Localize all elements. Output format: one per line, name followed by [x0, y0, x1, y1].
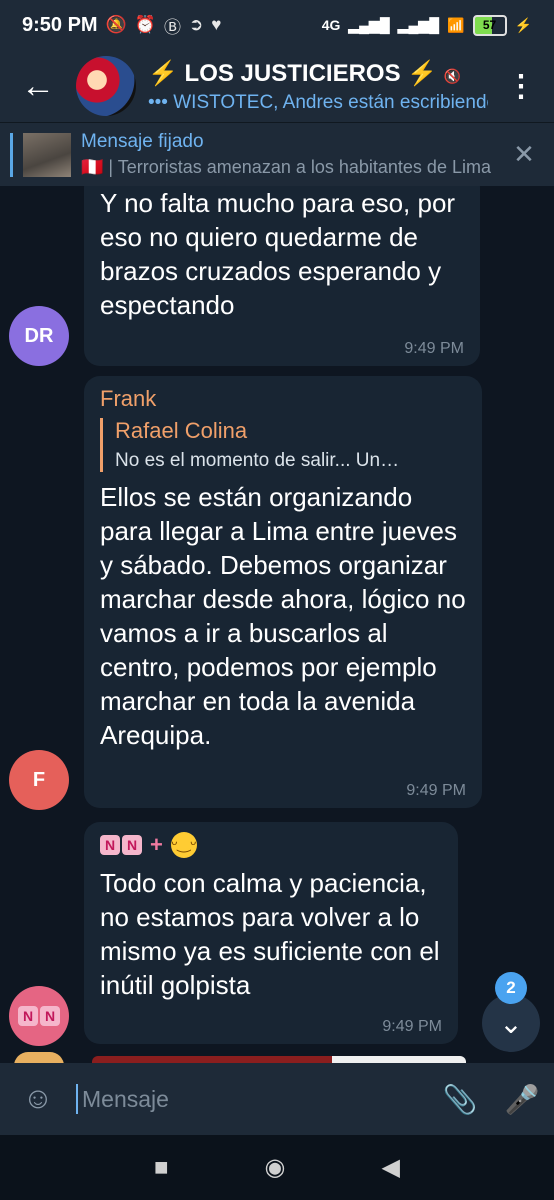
battery-icon: 57	[472, 14, 507, 36]
status-left: 9:50 PM 🔕 ⏰ Ⓑ ➲ ♥	[22, 13, 221, 38]
back-arrow-icon[interactable]: ←	[0, 67, 76, 106]
status-right: 4G ▂▄▆█ ▂▄▆█ 📶 57 ⚡	[321, 14, 532, 36]
more-options-icon[interactable]: ⋮	[488, 69, 554, 104]
signal-icon: ▂▄▆█	[348, 16, 390, 33]
mute-icon: 🔕	[105, 15, 127, 34]
avatar[interactable]: DR	[9, 306, 69, 366]
sender-name[interactable]: Frank	[100, 386, 466, 412]
signal-icon-2: ▂▄▆█	[397, 16, 440, 33]
message-time: 9:49 PM	[406, 782, 466, 799]
attach-icon[interactable]: 📎	[430, 1083, 490, 1116]
plus-sign: +	[150, 832, 163, 857]
emoji-icon[interactable]: ☺	[0, 1082, 76, 1116]
sender-name[interactable]: NN + ᵕ‿ᵕ	[100, 832, 442, 858]
next-message-peek	[92, 1056, 332, 1063]
typing-status: ••• WISTOTEC, Andres están escribiendo	[148, 91, 488, 113]
alarm-icon: ⏰	[134, 15, 156, 34]
grin-emoji-icon: ᵕ‿ᵕ	[170, 832, 197, 858]
b-icon: Ⓑ	[163, 17, 181, 37]
pinned-indicator	[10, 132, 13, 177]
group-avatar[interactable]	[76, 56, 136, 116]
chat-area[interactable]: Y no falta mucho para eso, por eso no qu…	[0, 186, 554, 1063]
nn-badge: NN	[100, 835, 142, 855]
pinned-text: Mensaje fijado 🇵🇪 | Terroristas amenazan…	[81, 131, 494, 178]
recent-apps-icon[interactable]: ■	[154, 1154, 169, 1182]
network-label: 4G	[321, 17, 341, 33]
wifi-icon: 📶	[447, 16, 465, 33]
muted-icon: 🔇	[443, 67, 462, 84]
pinned-title: Mensaje fijado	[81, 131, 204, 152]
reply-preview[interactable]: Rafael Colina No es el momento de salir.…	[100, 418, 466, 472]
message-time: 9:49 PM	[382, 1018, 442, 1035]
chevron-down-icon: ⌄	[499, 1007, 523, 1039]
message-bubble[interactable]: Y no falta mucho para eso, por eso no qu…	[84, 186, 480, 366]
message-time: 9:49 PM	[404, 340, 464, 357]
message-input[interactable]: Mensaje	[76, 1084, 430, 1114]
message-bubble[interactable]: NN + ᵕ‿ᵕ Todo con calma y paciencia, no …	[84, 822, 458, 1044]
chat-header: ← ⚡ LOS JUSTICIEROS ⚡ 🔇 ••• WISTOTEC, An…	[0, 50, 554, 122]
status-bar: 9:50 PM 🔕 ⏰ Ⓑ ➲ ♥ 4G ▂▄▆█ ▂▄▆█ 📶 57 ⚡	[0, 0, 554, 50]
avatar[interactable]: NN	[9, 986, 69, 1046]
reply-sender: Rafael Colina	[115, 418, 248, 443]
heart-icon: ♥	[211, 15, 222, 34]
pinned-thumbnail	[23, 132, 71, 177]
reply-text: No es el momento de salir... Un…	[115, 450, 400, 471]
pinned-preview: 🇵🇪 | Terroristas amenazan a los habitant…	[81, 157, 491, 177]
microphone-icon[interactable]: 🎤	[490, 1083, 554, 1116]
message-bubble[interactable]: Frank Rafael Colina No es el momento de …	[84, 376, 482, 808]
back-icon[interactable]: ◀	[381, 1153, 399, 1182]
system-nav-bar: ■ ◉ ◀	[0, 1135, 554, 1200]
avatar[interactable]: F	[9, 750, 69, 810]
pinned-message-bar[interactable]: Mensaje fijado 🇵🇪 | Terroristas amenazan…	[0, 122, 554, 186]
header-text[interactable]: ⚡ LOS JUSTICIEROS ⚡ 🔇 ••• WISTOTEC, Andr…	[148, 59, 488, 114]
message-text: Ellos se están organizando para llegar a…	[100, 482, 466, 750]
group-title: ⚡ LOS JUSTICIEROS ⚡	[148, 59, 438, 87]
next-avatar-peek	[14, 1052, 64, 1063]
next-message-peek-2	[332, 1056, 466, 1063]
message-text: Todo con calma y paciencia, no estamos p…	[100, 868, 440, 1000]
unread-badge: 2	[495, 972, 527, 1004]
charging-icon: ⚡	[514, 16, 532, 33]
status-time: 9:50 PM	[22, 13, 98, 36]
arrow-icon: ➲	[188, 15, 204, 34]
close-icon[interactable]: ✕	[494, 139, 554, 170]
message-input-bar: ☺ Mensaje 📎 🎤	[0, 1063, 554, 1135]
home-icon[interactable]: ◉	[265, 1153, 286, 1182]
message-text: Y no falta mucho para eso, por eso no qu…	[100, 188, 456, 320]
